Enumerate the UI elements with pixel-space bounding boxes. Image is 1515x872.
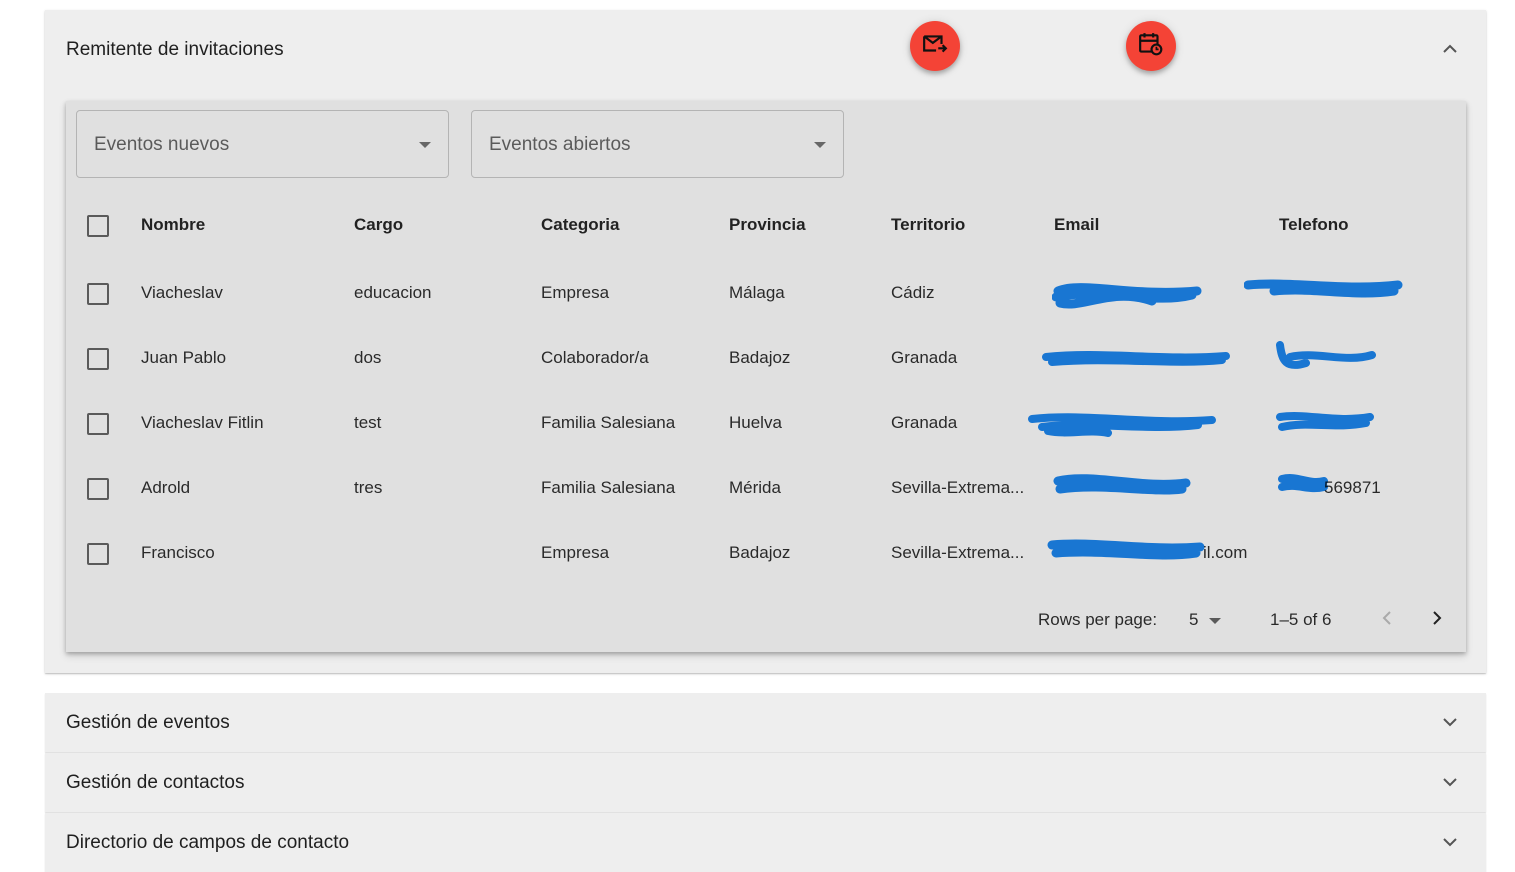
previous-page-button[interactable] [1376,609,1398,631]
column-header-categoria[interactable]: Categoria [541,215,619,235]
cell-categoria: Familia Salesiana [541,478,676,497]
chevron-down-icon [1442,834,1458,852]
expand-contacts-button[interactable] [1440,773,1460,793]
new-events-select[interactable]: Eventos nuevos [76,110,449,178]
chevron-left-icon [1382,610,1392,631]
email-redaction [1047,539,1205,560]
cell-nombre: Juan Pablo [141,348,227,367]
cell-email: il.com [1203,543,1248,562]
contact-fields-panel[interactable]: Directorio de campos de contacto [45,813,1486,872]
new-events-label: Eventos nuevos [94,134,230,155]
pagination-range: 1–5 of 6 [1270,610,1332,629]
cell-provincia: Huelva [729,413,782,432]
cell-categoria: Empresa [541,283,610,302]
dropdown-arrow-icon [814,142,826,148]
cell-territorio: Granada [891,413,958,432]
cell-territorio: Sevilla-Extrema... [891,543,1025,562]
cell-nombre: Adrold [141,478,191,497]
cell-cargo: tres [354,478,383,497]
dropdown-arrow-icon [1209,618,1221,624]
email-redaction [1042,351,1230,366]
phone-redaction [1278,474,1328,493]
column-header-territorio[interactable]: Territorio [891,215,965,235]
column-header-cargo[interactable]: Cargo [354,215,403,235]
cell-categoria: Empresa [541,543,610,562]
collapse-invitations-button[interactable] [1440,40,1460,60]
cell-provincia: Málaga [729,283,785,302]
cell-cargo: educacion [354,283,432,302]
cell-nombre: Viacheslav [141,283,223,302]
column-header-provincia[interactable]: Provincia [729,215,806,235]
open-events-select[interactable]: Eventos abiertos [471,110,844,178]
phone-redaction [1244,279,1403,298]
phone-redaction [1276,412,1374,431]
rows-per-page-select[interactable]: 5 [1189,608,1225,632]
rows-per-page-label: Rows per page: [1038,610,1158,629]
cell-territorio: Sevilla-Extrema... [891,478,1025,497]
column-header-telefono[interactable]: Telefono [1279,215,1349,235]
row-checkbox[interactable] [87,543,109,565]
cell-nombre: Viacheslav Fitlin [141,413,264,432]
phone-redaction [1276,341,1376,369]
panel-title-invitations[interactable]: Remitente de invitaciones [66,39,284,61]
cell-territorio: Cádiz [891,283,935,302]
row-checkbox[interactable] [87,348,109,370]
column-header-nombre[interactable]: Nombre [141,215,205,235]
panel-title-fields: Directorio de campos de contacto [66,832,350,853]
select-all-checkbox[interactable] [87,215,109,237]
email-redaction [1053,474,1191,495]
row-checkbox[interactable] [87,478,109,500]
email-redaction [1028,413,1216,437]
invitations-panel: Remitente de invitaciones Eventos nuevos… [45,10,1486,673]
send-email-button[interactable] [910,21,960,71]
events-panel[interactable]: Gestión de eventos [45,693,1486,752]
chevron-right-icon [1432,610,1442,631]
contacts-table-card: Eventos nuevos Eventos abiertos Nombre C… [66,101,1466,652]
cell-provincia: Badajoz [729,543,791,562]
cell-cargo: test [354,413,382,432]
cell-cargo: dos [354,348,382,367]
cell-provincia: Badajoz [729,348,791,367]
expand-events-button[interactable] [1440,713,1460,733]
forward-email-icon [922,31,948,62]
cell-provincia: Mérida [729,478,781,497]
open-events-label: Eventos abiertos [489,134,631,155]
chevron-down-icon [1442,774,1458,792]
calendar-sync-icon [1138,31,1164,62]
panel-title-contacts: Gestión de contactos [66,772,245,793]
schedule-event-button[interactable] [1126,21,1176,71]
email-redaction [1052,283,1202,309]
cell-categoria: Colaborador/a [541,348,649,367]
row-checkbox[interactable] [87,283,109,305]
panel-title-events: Gestión de eventos [66,712,230,733]
chevron-down-icon [1442,714,1458,732]
cell-categoria: Familia Salesiana [541,413,676,432]
cell-telefono: 569871 [1324,478,1381,497]
row-checkbox[interactable] [87,413,109,435]
rows-per-page-value: 5 [1189,610,1199,629]
contacts-panel[interactable]: Gestión de contactos [45,753,1486,812]
dropdown-arrow-icon [419,142,431,148]
column-header-email[interactable]: Email [1054,215,1099,235]
cell-territorio: Granada [891,348,958,367]
chevron-up-icon [1442,41,1458,59]
next-page-button[interactable] [1426,609,1448,631]
expand-fields-button[interactable] [1440,833,1460,853]
cell-nombre: Francisco [141,543,215,562]
